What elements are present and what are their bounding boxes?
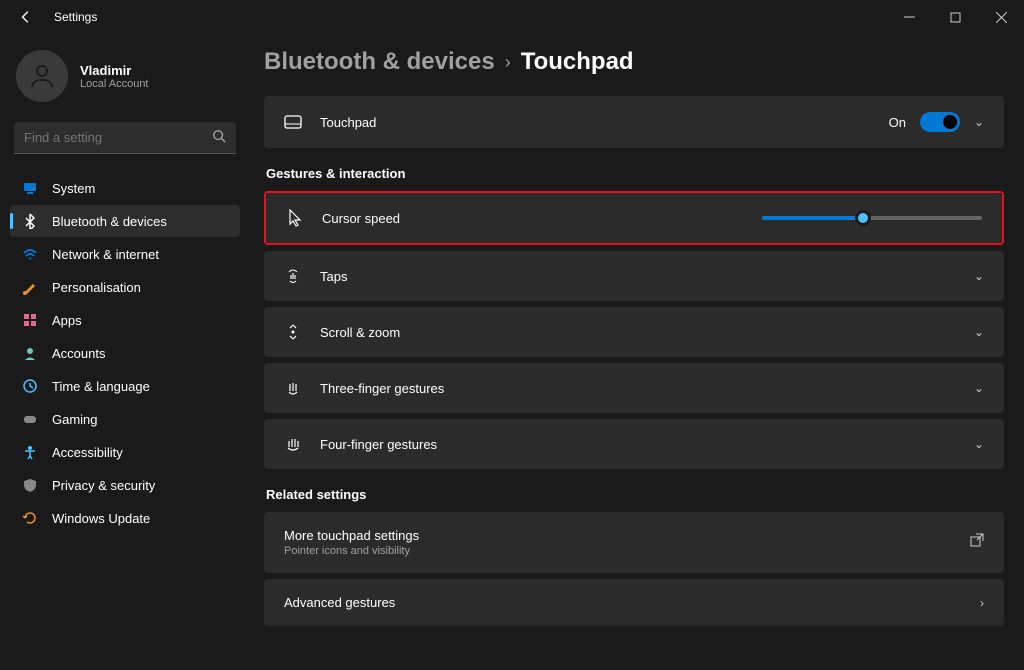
three-finger-label: Three-finger gestures [320,381,974,396]
cursor-speed-slider[interactable] [762,216,982,220]
accessibility-icon [22,444,38,460]
four-finger-icon [284,435,302,453]
close-icon [996,12,1007,23]
three-finger-row[interactable]: Three-finger gestures ⌄ [264,363,1004,413]
scroll-zoom-row[interactable]: Scroll & zoom ⌄ [264,307,1004,357]
sidebar-item-gaming[interactable]: Gaming [10,403,240,435]
search-input[interactable] [14,122,236,154]
related-section-title: Related settings [266,487,1004,502]
search-container [14,122,236,154]
sidebar-item-system[interactable]: System [10,172,240,204]
tap-icon [284,267,302,285]
touchpad-state-text: On [889,115,906,130]
open-external-icon [970,533,984,552]
chevron-down-icon: ⌄ [974,269,984,283]
chevron-down-icon: ⌄ [974,381,984,395]
sidebar-item-label: Time & language [52,379,150,394]
sidebar-item-brush[interactable]: Personalisation [10,271,240,303]
page-title: Touchpad [521,48,634,76]
user-name: Vladimir [80,63,149,78]
touchpad-label: Touchpad [320,115,889,130]
apps-icon [22,312,38,328]
sidebar-item-accessibility[interactable]: Accessibility [10,436,240,468]
accounts-icon [22,345,38,361]
user-profile[interactable]: Vladimir Local Account [6,44,244,120]
close-button[interactable] [978,0,1024,34]
chevron-right-icon: › [980,596,984,610]
maximize-icon [950,12,961,23]
chevron-down-icon[interactable]: ⌄ [974,115,984,129]
privacy-icon [22,477,38,493]
sidebar-item-accounts[interactable]: Accounts [10,337,240,369]
user-account-type: Local Account [80,78,149,90]
taps-row[interactable]: Taps ⌄ [264,251,1004,301]
sidebar-item-label: Apps [52,313,82,328]
wifi-icon [22,246,38,262]
gestures-section-title: Gestures & interaction [266,166,1004,181]
avatar [16,50,68,102]
three-finger-icon [284,379,302,397]
scroll-icon [284,323,302,341]
sidebar-item-apps[interactable]: Apps [10,304,240,336]
bluetooth-icon [22,213,38,229]
four-finger-label: Four-finger gestures [320,437,974,452]
sidebar-item-update[interactable]: Windows Update [10,502,240,534]
gaming-icon [22,411,38,427]
brush-icon [22,279,38,295]
four-finger-row[interactable]: Four-finger gestures ⌄ [264,419,1004,469]
touchpad-toggle-row[interactable]: Touchpad On ⌄ [264,96,1004,148]
advanced-gestures-label: Advanced gestures [284,595,980,610]
sidebar-item-bluetooth[interactable]: Bluetooth & devices [10,205,240,237]
sidebar-item-wifi[interactable]: Network & internet [10,238,240,270]
scroll-label: Scroll & zoom [320,325,974,340]
cursor-speed-row: Cursor speed [266,193,1002,243]
update-icon [22,510,38,526]
breadcrumb: Bluetooth & devices › Touchpad [264,48,1004,76]
sidebar-item-label: Accounts [52,346,105,361]
more-touchpad-settings-row[interactable]: More touchpad settings Pointer icons and… [264,512,1004,573]
window-title: Settings [54,10,97,24]
arrow-left-icon [19,10,33,24]
cursor-icon [286,209,304,227]
touchpad-icon [284,113,302,131]
minimize-icon [904,12,915,23]
sidebar-item-label: System [52,181,95,196]
time-icon [22,378,38,394]
sidebar-item-label: Privacy & security [52,478,155,493]
chevron-right-icon: › [505,52,511,73]
more-touchpad-sub: Pointer icons and visibility [284,545,419,557]
search-icon [212,129,226,148]
cursor-speed-highlight: Cursor speed [264,191,1004,245]
advanced-gestures-row[interactable]: Advanced gestures › [264,579,1004,626]
cursor-speed-label: Cursor speed [322,211,762,226]
breadcrumb-parent[interactable]: Bluetooth & devices [264,48,495,76]
minimize-button[interactable] [886,0,932,34]
sidebar-item-privacy[interactable]: Privacy & security [10,469,240,501]
more-touchpad-label: More touchpad settings [284,528,419,543]
sidebar-item-label: Accessibility [52,445,123,460]
maximize-button[interactable] [932,0,978,34]
sidebar-item-label: Bluetooth & devices [52,214,167,229]
chevron-down-icon: ⌄ [974,325,984,339]
taps-label: Taps [320,269,974,284]
chevron-down-icon: ⌄ [974,437,984,451]
sidebar-item-label: Gaming [52,412,98,427]
person-icon [27,61,57,91]
touchpad-toggle[interactable] [920,112,960,132]
sidebar-item-time[interactable]: Time & language [10,370,240,402]
sidebar-item-label: Windows Update [52,511,150,526]
sidebar-item-label: Network & internet [52,247,159,262]
system-icon [22,180,38,196]
sidebar-item-label: Personalisation [52,280,141,295]
back-button[interactable] [16,7,36,27]
